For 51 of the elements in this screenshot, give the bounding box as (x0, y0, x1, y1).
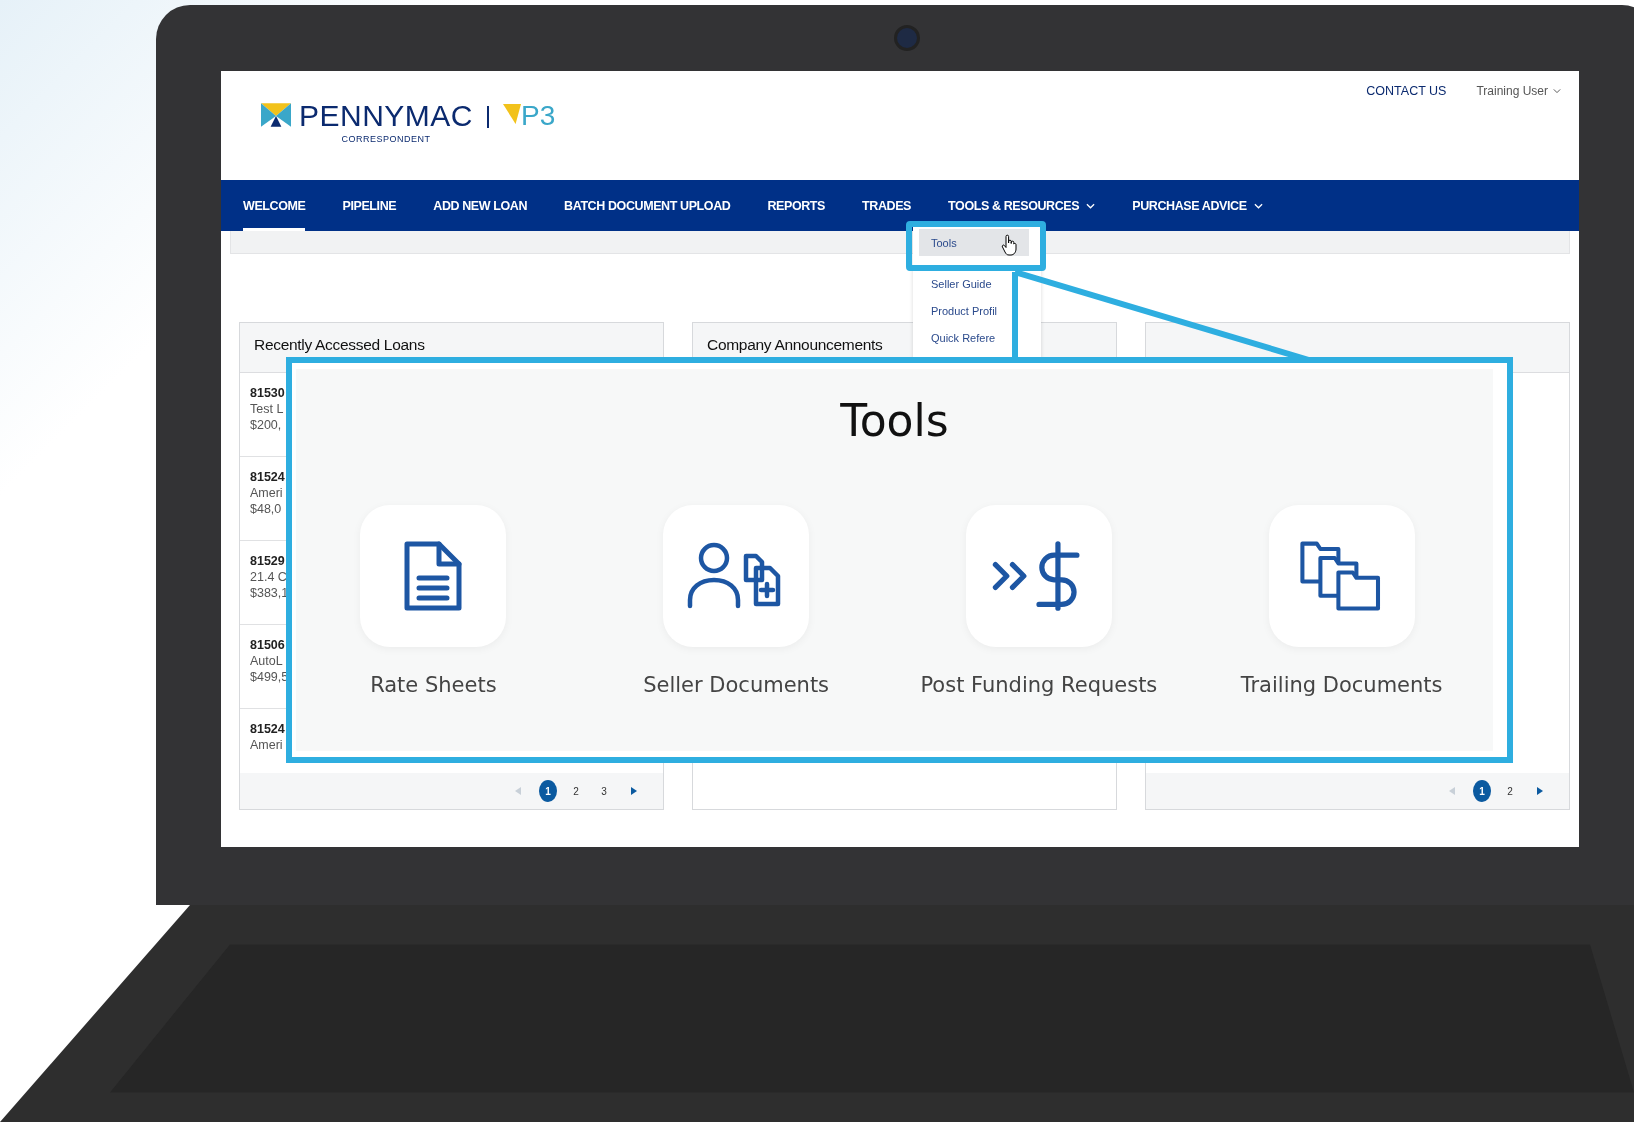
page-number[interactable]: 2 (567, 780, 585, 802)
loan-name: Test L (250, 402, 284, 416)
logo-product: P3 (521, 101, 556, 131)
loan-number[interactable]: 81530 (250, 386, 285, 400)
next-page-icon[interactable] (1537, 787, 1543, 795)
page-number[interactable]: 3 (595, 780, 613, 802)
panel-title: Recently Accessed Loans (254, 336, 425, 354)
logo-mark-icon (261, 103, 291, 127)
nav-tab[interactable]: TRADES (862, 180, 912, 231)
nav-tab[interactable]: PURCHASE ADVICE (1132, 180, 1263, 231)
header-link[interactable]: CONTACT US (1366, 84, 1447, 98)
loan-number[interactable]: 81529 (250, 554, 285, 568)
loan-amount: $200, (250, 418, 282, 432)
tool-label: Rate Sheets (370, 673, 497, 697)
tool-label: Trailing Documents (1240, 673, 1443, 697)
camera-icon (894, 25, 920, 51)
logo-brand: PENNYMAC (299, 101, 474, 131)
menu-item[interactable]: Product Profil (931, 297, 998, 324)
tool-label: Post Funding Requests (920, 673, 1158, 697)
menu-item[interactable]: Seller Guide (931, 270, 992, 297)
tool-tile[interactable] (360, 505, 507, 647)
nav-tab[interactable]: PIPELINE (342, 180, 397, 231)
tool-tile[interactable] (663, 505, 810, 647)
loan-name: 21.4 C (250, 570, 287, 584)
logo-subtitle: CORRESPONDENT (341, 134, 431, 144)
tool-tile[interactable] (1268, 505, 1415, 647)
menu-item[interactable]: Tools (919, 229, 1029, 256)
loan-number[interactable]: 81524 (250, 722, 285, 736)
loan-amount: $48,0 (250, 502, 282, 516)
loan-number[interactable]: 81506 (250, 638, 285, 652)
loan-name: Ameri (250, 486, 283, 500)
hand-cursor-icon (1001, 234, 1017, 256)
loan-amount: $383,1 (250, 586, 289, 600)
page-number[interactable]: 2 (1501, 780, 1519, 802)
loan-name: Ameri (250, 738, 283, 752)
callout-title: Tools (839, 399, 950, 443)
nav-tab[interactable]: BATCH DOCUMENT UPLOAD (564, 180, 731, 231)
loan-number[interactable]: 81524 (250, 470, 285, 484)
loan-name: AutoL (250, 654, 283, 668)
nav-tab[interactable]: ADD NEW LOAN (433, 180, 528, 231)
panel-title: Company Announcements (707, 336, 883, 354)
logo-triangle-icon (503, 103, 522, 125)
tool-tile[interactable] (965, 505, 1112, 647)
logo-divider (487, 106, 490, 128)
next-page-icon[interactable] (631, 787, 637, 795)
tool-label: Seller Documents (643, 673, 830, 697)
page-number[interactable]: 1 (1473, 780, 1491, 802)
menu-item[interactable]: Quick Refere (931, 324, 996, 351)
nav-tab[interactable]: REPORTS (767, 180, 826, 231)
header-link[interactable]: Training User (1476, 84, 1561, 98)
page-number[interactable]: 1 (539, 780, 557, 802)
